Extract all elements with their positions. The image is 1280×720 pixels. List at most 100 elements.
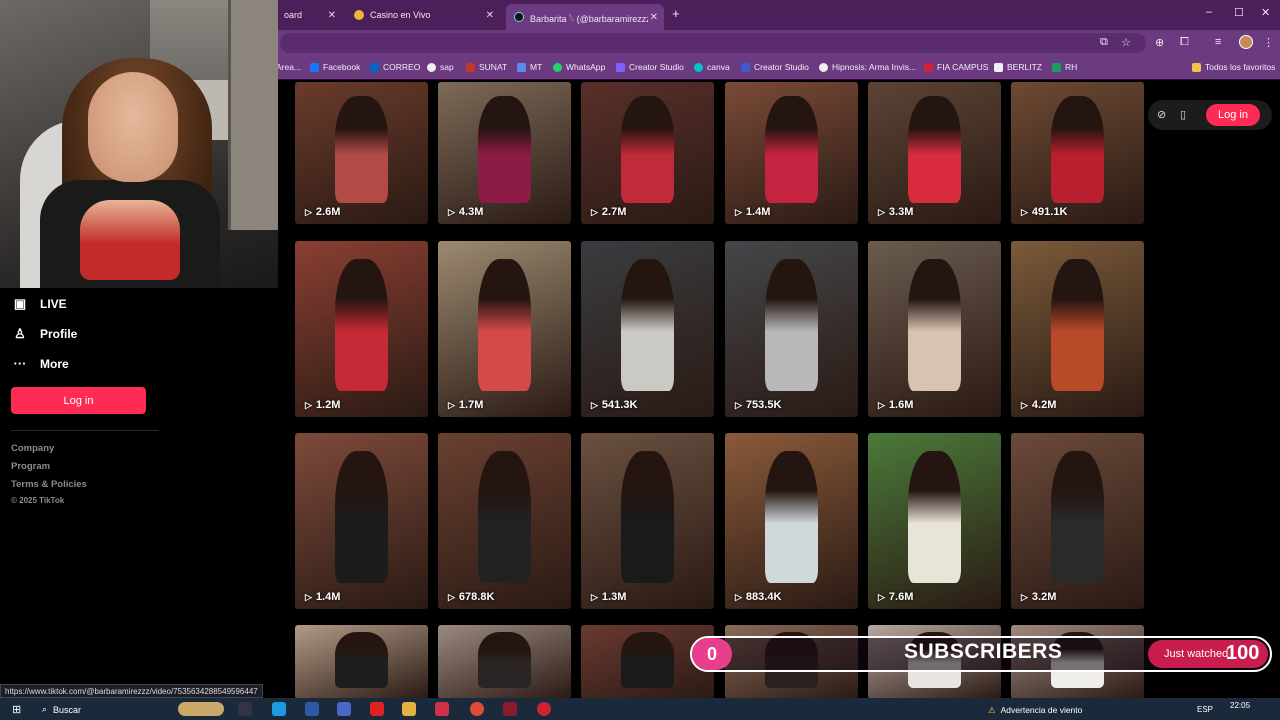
mobile-icon[interactable]: ▯ xyxy=(1180,108,1186,121)
bookmark-correo[interactable]: CORREO xyxy=(370,62,420,72)
video-card[interactable]: ▷ 541.3K xyxy=(581,241,714,417)
tab-dashboard[interactable]: oard ✕ xyxy=(276,4,342,26)
sidebar-item-live[interactable]: ▣ LIVE xyxy=(12,296,67,312)
wps-icon[interactable] xyxy=(370,702,384,716)
teams-icon[interactable] xyxy=(337,702,351,716)
video-view-count: ▷ 491.1K xyxy=(1021,206,1068,218)
bookmarks-all-folder[interactable]: Todos los favoritos xyxy=(1192,62,1275,72)
play-icon: ▷ xyxy=(305,399,312,410)
close-icon[interactable]: ✕ xyxy=(486,10,494,21)
bookmark-whatsapp[interactable]: WhatsApp xyxy=(553,62,605,72)
footer-link-company[interactable]: Company xyxy=(11,443,54,454)
tab-tiktok-profile[interactable]: Barbarita 𓆩 (@barbaramirezzz) ✕ xyxy=(506,4,664,30)
bookmark-creator-studio[interactable]: Creator Studio xyxy=(616,62,684,72)
file-explorer-icon[interactable] xyxy=(402,702,416,716)
video-view-count: ▷ 1.4M xyxy=(735,206,771,218)
creator-studio-icon xyxy=(616,62,625,72)
video-card[interactable]: ▷ 491.1K xyxy=(1011,82,1144,224)
task-view-icon[interactable] xyxy=(238,702,252,716)
browser-profile-avatar[interactable] xyxy=(1239,35,1253,49)
video-card[interactable]: ▷ 3.3M xyxy=(868,82,1001,224)
video-card[interactable]: ▷ 3.2M xyxy=(1011,433,1144,609)
bookmark-item[interactable]: Area... xyxy=(276,62,301,72)
bookmark-canva[interactable]: canva xyxy=(694,62,730,72)
video-view-count: ▷ 1.3M xyxy=(591,591,627,603)
video-view-count: ▷ 4.2M xyxy=(1021,399,1057,411)
video-card[interactable]: ▷ 883.4K xyxy=(725,433,858,609)
creator-studio-icon xyxy=(741,62,750,72)
bookmark-sunat[interactable]: SUNAT xyxy=(466,62,507,72)
taskbar-language[interactable]: ESP xyxy=(1197,705,1213,714)
video-card[interactable]: ▷ 4.2M xyxy=(1011,241,1144,417)
canva-icon xyxy=(694,62,703,72)
app-red-icon[interactable] xyxy=(435,702,449,716)
extensions-icon[interactable]: ⧠ xyxy=(1180,36,1189,49)
webcam-door xyxy=(228,0,278,230)
video-card[interactable] xyxy=(438,625,571,699)
bookmark-hipnosis[interactable]: Hipnosis: Arma Invis... xyxy=(819,62,916,72)
taskbar-weather[interactable]: ⚠ Advertencia de viento xyxy=(988,705,1082,716)
play-icon: ▷ xyxy=(305,206,312,217)
app-dark-red-icon[interactable] xyxy=(503,702,517,716)
bookmark-sap[interactable]: sap xyxy=(427,62,454,72)
video-card[interactable]: ▷ 678.8K xyxy=(438,433,571,609)
video-card[interactable]: ▷ 7.6M xyxy=(868,433,1001,609)
close-icon[interactable]: ✕ xyxy=(650,12,658,23)
video-card[interactable]: ▷ 1.4M xyxy=(295,433,428,609)
chrome-profile-icon[interactable] xyxy=(537,702,551,716)
taskbar-clock[interactable]: 22:05 xyxy=(1230,701,1250,710)
video-card[interactable]: ▷ 2.6M xyxy=(295,82,428,224)
bookmark-star-icon[interactable]: ☆ xyxy=(1121,36,1131,49)
bookmark-rh[interactable]: RH xyxy=(1052,62,1077,72)
window-close-icon[interactable]: ✕ xyxy=(1261,6,1270,19)
tab-casino[interactable]: Casino en Vivo ✕ xyxy=(346,4,500,26)
video-card[interactable]: ▷ 1.7M xyxy=(438,241,571,417)
whatsapp-icon xyxy=(553,62,562,72)
sidebar-item-profile[interactable]: ♙ Profile xyxy=(12,326,77,342)
bookmark-creator-studio-2[interactable]: Creator Studio xyxy=(741,62,809,72)
close-icon[interactable]: ✕ xyxy=(328,10,336,21)
video-card[interactable]: ▷ 1.3M xyxy=(581,433,714,609)
video-subject xyxy=(1050,258,1105,391)
play-icon: ▷ xyxy=(305,591,312,602)
sidebar-login-button[interactable]: Log in xyxy=(11,387,146,414)
taskbar-search[interactable]: ⌕ Buscar xyxy=(42,704,81,715)
minimize-icon[interactable]: – xyxy=(1206,6,1212,18)
install-app-icon[interactable]: ⧉ xyxy=(1100,36,1108,49)
video-card[interactable]: ▷ 753.5K xyxy=(725,241,858,417)
footer-link-program[interactable]: Program xyxy=(11,461,50,472)
address-bar[interactable] xyxy=(280,33,1146,53)
tab-label: oard xyxy=(284,10,303,20)
bookmark-berlitz[interactable]: BERLITZ xyxy=(994,62,1042,72)
edge-icon[interactable] xyxy=(272,702,286,716)
tab-label: Casino en Vivo xyxy=(370,10,431,20)
play-icon: ▷ xyxy=(591,206,598,217)
sidebar-item-more[interactable]: ··· More xyxy=(12,356,69,371)
header-login-button[interactable]: Log in xyxy=(1206,104,1260,126)
video-card[interactable]: ▷ 1.2M xyxy=(295,241,428,417)
video-card[interactable]: ▷ 4.3M xyxy=(438,82,571,224)
video-card[interactable]: ▷ 1.4M xyxy=(725,82,858,224)
compass-icon[interactable]: ⊘ xyxy=(1157,108,1166,121)
maximize-icon[interactable]: ☐ xyxy=(1234,6,1244,19)
footer-link-terms[interactable]: Terms & Policies xyxy=(11,479,87,490)
play-icon: ▷ xyxy=(735,399,742,410)
video-card[interactable] xyxy=(295,625,428,699)
add-icon[interactable]: ⊕ xyxy=(1155,36,1164,49)
video-card[interactable]: ▷ 2.7M xyxy=(581,82,714,224)
menu-icon[interactable]: ⋮ xyxy=(1263,36,1274,49)
windows-start-icon[interactable]: ⊞ xyxy=(12,703,21,716)
video-card[interactable]: ▷ 1.6M xyxy=(868,241,1001,417)
video-view-count: ▷ 753.5K xyxy=(735,399,782,411)
word-icon[interactable] xyxy=(305,702,319,716)
bookmark-facebook[interactable]: Facebook xyxy=(310,62,360,72)
status-bar-url: https://www.tiktok.com/@barbaramirezzz/v… xyxy=(0,684,263,698)
more-icon: ··· xyxy=(13,356,27,371)
chrome-icon[interactable] xyxy=(470,702,484,716)
new-tab-icon[interactable]: + xyxy=(672,6,680,21)
taskbar-widget-food[interactable] xyxy=(178,702,224,716)
bookmark-fia-campus[interactable]: FIA CAMPUS xyxy=(924,62,988,72)
search-icon: ⌕ xyxy=(42,704,48,714)
bookmark-mt[interactable]: MT xyxy=(517,62,542,72)
media-icon[interactable]: ≡ xyxy=(1215,36,1221,48)
